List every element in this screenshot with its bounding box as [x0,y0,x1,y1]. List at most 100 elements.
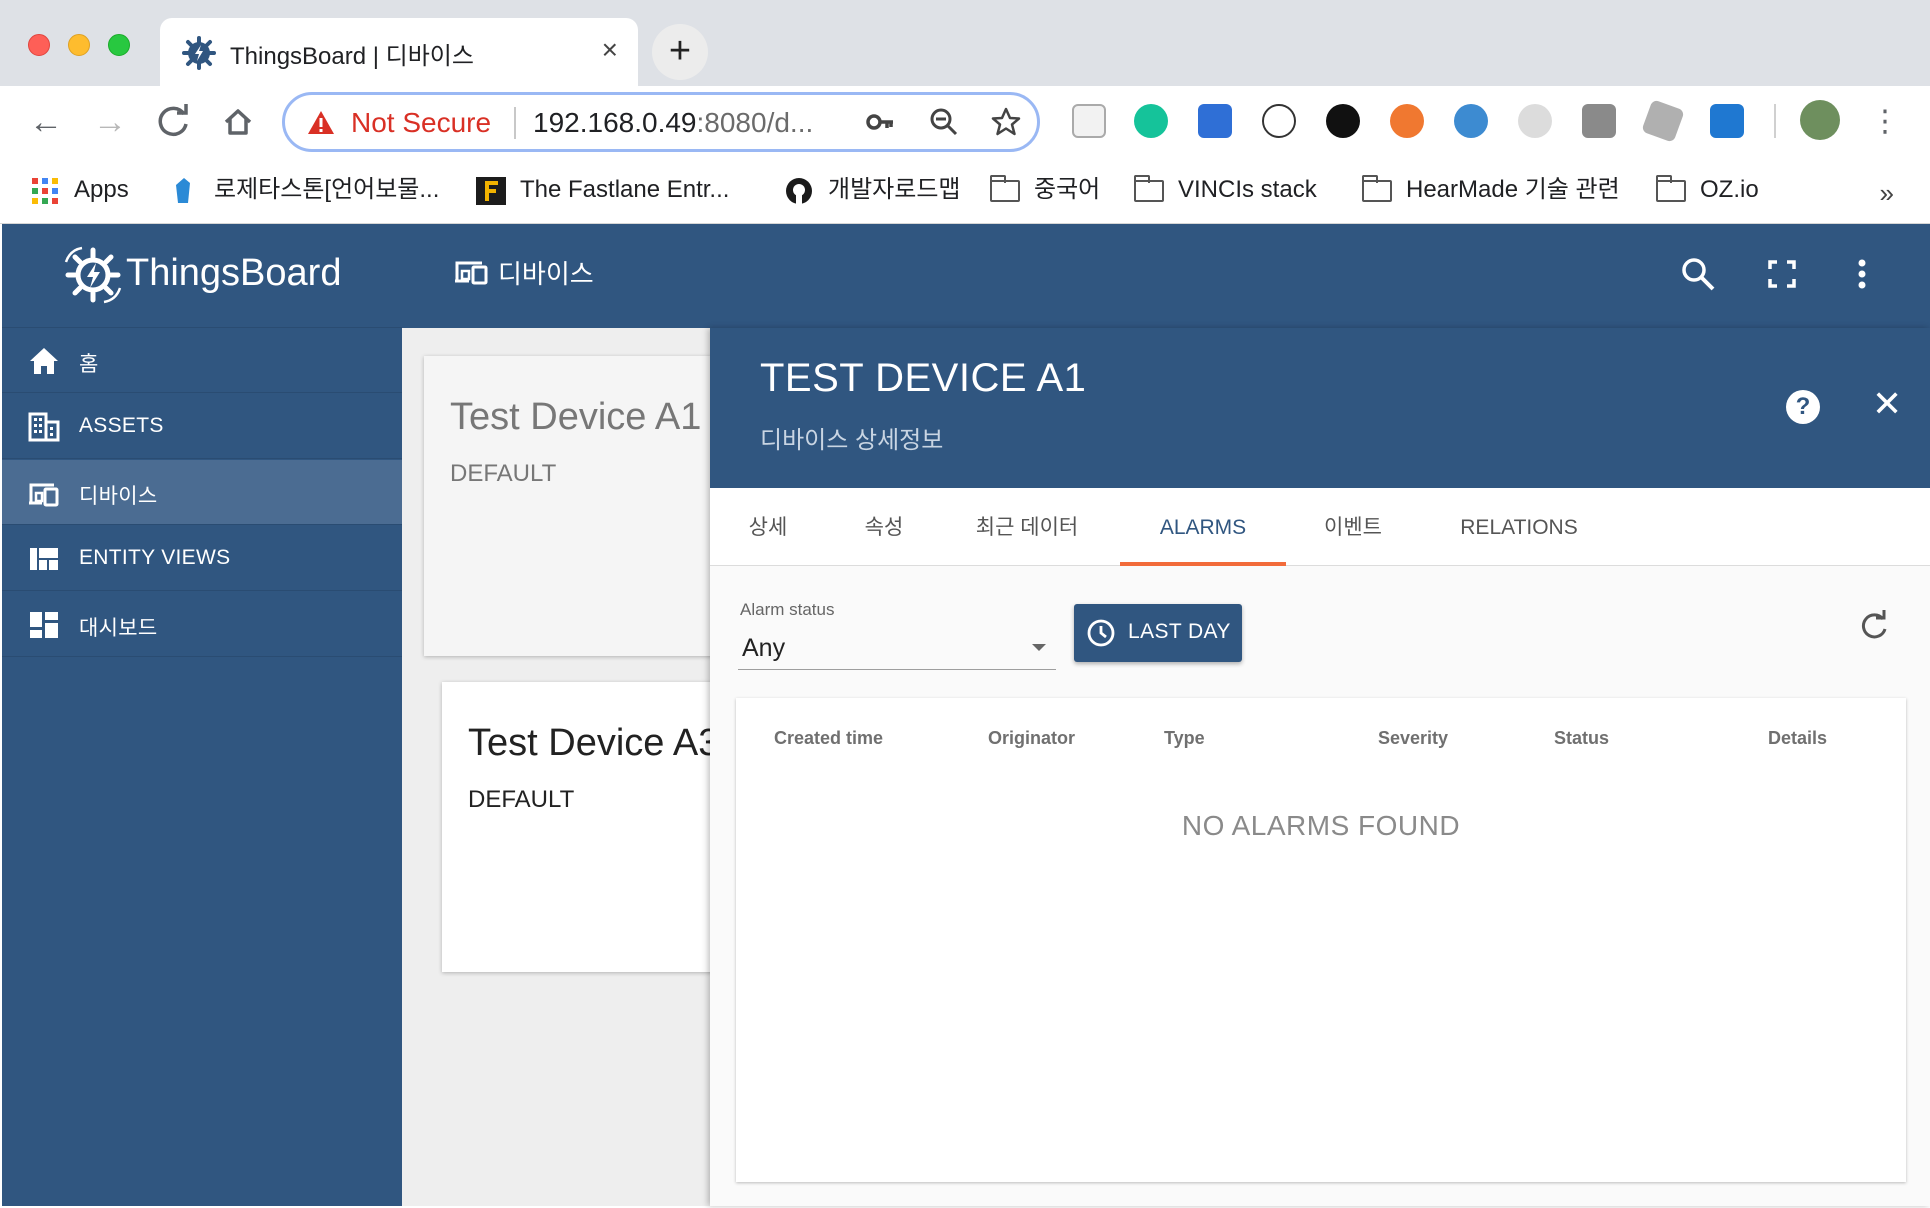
bookmark-rosetta[interactable]: 로제타스톤[언어보물... [170,172,439,208]
fastlane-f-icon [476,176,506,205]
tab-events[interactable]: 이벤트 [1286,488,1420,566]
sidebar-item-home[interactable]: 홈 [2,328,402,393]
bookmark-apps[interactable]: Apps [30,172,129,208]
building-icon [28,412,60,442]
home-icon [30,348,58,374]
thingsboard-logo-icon [64,246,122,304]
address-bar[interactable]: Not Secure 192.168.0.49:8080/d... [282,92,1040,152]
detail-header: TEST DEVICE A1 디바이스 상세정보 ? ✕ [710,328,1930,488]
extension-window-icon[interactable] [1582,104,1616,138]
window-zoom-button[interactable] [108,34,130,56]
extension-grammarly-icon[interactable] [1134,104,1168,138]
sidebar-item-label: ENTITY VIEWS [79,546,231,569]
bookmark-label: 로제타스톤[언어보물... [214,176,440,203]
reload-icon[interactable] [152,100,196,144]
detail-title: TEST DEVICE A1 [760,356,1087,400]
column-header-originator[interactable]: Originator [988,728,1075,749]
brand-logo[interactable]: ThingsBoard [2,224,402,328]
tab-attributes[interactable]: 속성 [826,488,942,566]
sidebar-item-devices[interactable]: 디바이스 [2,460,402,525]
window-minimize-button[interactable] [68,34,90,56]
close-icon[interactable]: ✕ [1872,386,1902,422]
folder-icon [1362,174,1392,202]
device-grid: Test Device A1 DEFAULT Test Device A3 DE… [402,328,712,1206]
thingsboard-app: ThingsBoard 홈 ASSETS 디바이스 ENTITY VIEWS 대… [2,224,1930,1208]
key-icon[interactable] [865,107,895,144]
device-card[interactable]: Test Device A3 DEFAULT [442,682,712,972]
extension-g-icon[interactable] [1518,104,1552,138]
bookmark-star-icon[interactable] [991,107,1021,144]
bookmark-fastlane[interactable]: The Fastlane Entr... [476,172,729,208]
bookmark-roadmap[interactable]: 개발자로드맵 [784,172,960,208]
app-toolbar: 디바이스 [402,224,1930,328]
bookmark-label: 개발자로드맵 [828,176,961,203]
warning-icon [308,111,334,134]
column-header-type[interactable]: Type [1164,728,1205,749]
extension-tag-icon[interactable] [1641,99,1685,143]
page-title: 디바이스 [498,259,594,289]
extension-clock-icon[interactable] [1326,104,1360,138]
device-card[interactable]: Test Device A1 DEFAULT [424,356,712,656]
close-tab-icon[interactable]: × [602,34,618,66]
empty-state-message: NO ALARMS FOUND [1181,810,1461,841]
tab-strip: ThingsBoard | 디바이스 × + [0,0,1930,86]
refresh-icon[interactable] [1852,604,1896,648]
bookmark-chinese[interactable]: 중국어 [990,172,1100,208]
browser-tab-title: ThingsBoard | 디바이스 [230,43,474,70]
extension-json-icon[interactable] [1262,104,1296,138]
folder-icon [1134,174,1164,202]
column-header-created-time[interactable]: Created time [774,728,883,749]
window-close-button[interactable] [28,34,50,56]
column-header-status[interactable]: Status [1554,728,1609,749]
home-icon[interactable] [216,100,260,144]
alarms-table: Created time Originator Type Severity St… [736,698,1906,1182]
url-text[interactable]: 192.168.0.49:8080/d... [533,107,813,139]
alarm-status-value: Any [742,634,786,662]
sidebar-item-entity-views[interactable]: ENTITY VIEWS [2,526,402,591]
zoom-icon[interactable] [929,107,959,144]
extension-bookmark-icon[interactable] [1198,104,1232,138]
sidebar-item-label: 대시보드 [79,617,158,640]
time-window-button[interactable]: LAST DAY [1074,604,1242,662]
devices-icon [29,483,59,507]
sidebar-item-label: 디바이스 [79,485,158,508]
omnibox-divider [514,107,516,139]
fullscreen-icon[interactable] [1762,254,1802,294]
extension-notion-icon[interactable] [1072,104,1106,138]
help-icon[interactable]: ? [1786,390,1820,424]
tab-relations[interactable]: RELATIONS [1426,488,1612,566]
device-card-title: Test Device A1 [450,396,702,438]
bookmark-hearmade[interactable]: HearMade 기술 관련 [1362,172,1620,208]
device-card-type: DEFAULT [450,460,557,487]
bookmark-vincis[interactable]: VINCIs stack [1134,172,1317,208]
forward-icon[interactable]: → [88,100,132,144]
search-icon[interactable] [1678,254,1718,294]
tab-details[interactable]: 상세 [710,488,826,566]
browser-menu-icon[interactable]: ⋮ [1870,102,1900,142]
tab-latest-telemetry[interactable]: 최근 데이터 [942,488,1112,566]
sidebar-item-dashboards[interactable]: 대시보드 [2,592,402,657]
tab-alarms[interactable]: ALARMS [1120,488,1286,566]
bookmark-label: The Fastlane Entr... [520,176,730,203]
sidebar-item-assets[interactable]: ASSETS [2,394,402,459]
extension-lifebuoy-icon[interactable] [1390,104,1424,138]
extension-globe-icon[interactable] [1454,104,1488,138]
bookmark-oz[interactable]: OZ.io [1656,172,1759,208]
extension-trello-icon[interactable] [1710,104,1744,138]
thingsboard-favicon-icon [182,36,216,70]
back-icon[interactable]: ← [24,100,68,144]
folder-icon [1656,174,1686,202]
browser-tab[interactable]: ThingsBoard | 디바이스 × [160,18,638,86]
more-bookmarks-icon[interactable]: » [1880,178,1894,209]
column-header-severity[interactable]: Severity [1378,728,1448,749]
sidebar-item-label: ASSETS [79,414,164,437]
device-card-title: Test Device A3 [468,722,712,764]
not-secure-label[interactable]: Not Secure [351,107,491,139]
new-tab-button[interactable]: + [652,24,708,80]
more-vert-icon[interactable] [1842,254,1882,294]
profile-avatar[interactable] [1800,100,1840,140]
apps-grid-icon [32,177,58,204]
time-window-label: LAST DAY [1128,620,1231,643]
alarm-status-select[interactable]: Any [738,624,1056,670]
caret-down-icon [1032,644,1046,651]
